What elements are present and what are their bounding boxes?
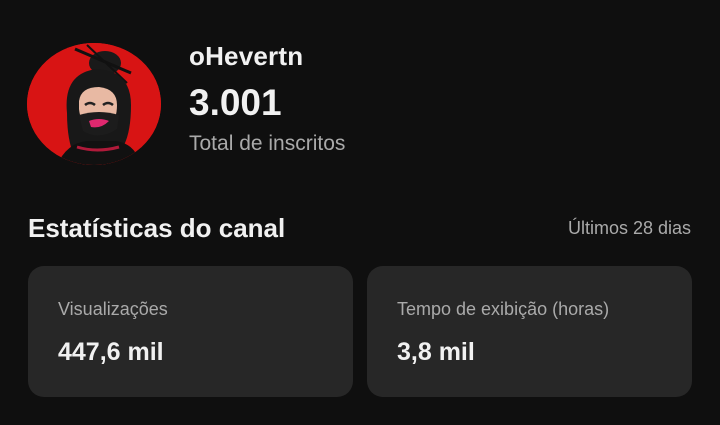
- views-label: Visualizações: [58, 299, 168, 319]
- subscriber-count: 3.001: [189, 82, 282, 123]
- stats-section-title: Estatísticas do canal: [28, 213, 286, 243]
- views-value: 447,6 mil: [58, 338, 164, 366]
- channel-analytics-screen: oHevertn 3.001 Total de inscritos Estatí…: [0, 0, 720, 425]
- channel-name: oHevertn: [189, 41, 304, 71]
- watch-time-value: 3,8 mil: [397, 338, 475, 366]
- channel-avatar[interactable]: [27, 43, 161, 165]
- watch-time-card[interactable]: Tempo de exibição (horas) 3,8 mil: [367, 266, 692, 397]
- subscriber-label: Total de inscritos: [189, 132, 346, 155]
- stats-period: Últimos 28 dias: [567, 218, 691, 238]
- ninja-avatar-image: [27, 43, 161, 165]
- views-card[interactable]: Visualizações 447,6 mil: [28, 266, 353, 397]
- watch-time-label: Tempo de exibição (horas): [397, 299, 610, 319]
